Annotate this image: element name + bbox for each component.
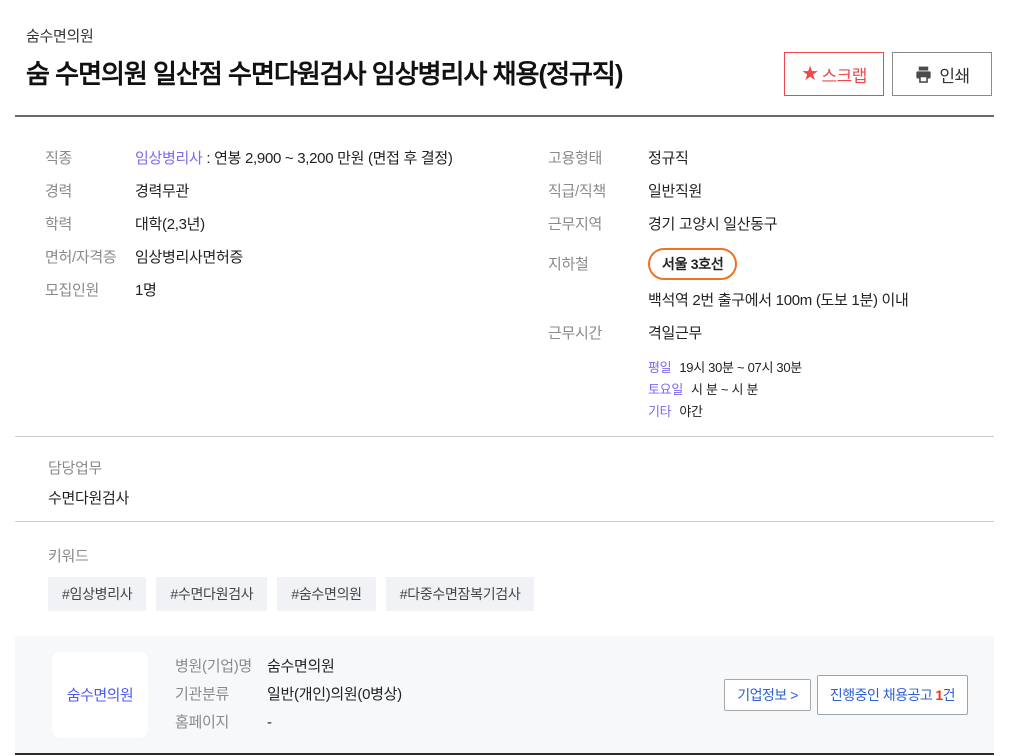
active-jobs-button[interactable]: 진행중인 채용공고 1 건 <box>817 675 968 715</box>
company-row-value: 숨수면의원 <box>267 653 335 681</box>
company-row-name: 병원(기업)명 숨수면의원 <box>175 653 724 681</box>
detail-label: 고용형태 <box>548 149 648 168</box>
detail-row-education: 학력 대학(2,3년) <box>45 215 548 234</box>
detail-row-region: 근무지역 경기 고양시 일산동구 <box>548 215 994 234</box>
schedule-day-label: 평일 <box>648 360 671 375</box>
company-rows: 병원(기업)명 숨수면의원 기관분류 일반(개인)의원(0병상) 홈페이지 - <box>175 653 724 737</box>
detail-label: 모집인원 <box>45 281 135 300</box>
detail-value: 경력무관 <box>135 182 189 201</box>
detail-label: 면허/자격증 <box>45 248 135 267</box>
duty-section: 담당업무 수면다원검사 <box>15 437 994 522</box>
duty-value: 수면다원검사 <box>48 487 994 508</box>
keyword-chip[interactable]: #숨수면의원 <box>277 577 375 611</box>
detail-label: 학력 <box>45 215 135 234</box>
detail-label-empty <box>548 291 648 310</box>
keyword-chip[interactable]: #임상병리사 <box>48 577 146 611</box>
header-buttons: ★ 스크랩 인쇄 <box>784 52 992 96</box>
details-left-column: 직종 임상병리사 : 연봉 2,900 ~ 3,200 만원 (면접 후 결정)… <box>45 149 548 436</box>
detail-value: 경기 고양시 일산동구 <box>648 215 777 234</box>
company-logo[interactable]: 숨수면의원 <box>52 652 148 738</box>
print-label: 인쇄 <box>939 62 969 87</box>
company-row-label: 병원(기업)명 <box>175 653 267 681</box>
detail-label: 근무지역 <box>548 215 648 234</box>
schedule-day-label: 기타 <box>648 404 671 419</box>
schedule-time: 19시 30분 ~ 07시 30분 <box>679 360 802 375</box>
detail-value: 1명 <box>135 281 157 300</box>
detail-label: 지하철 <box>548 255 648 274</box>
page: 숨수면의원 숨 수면의원 일산점 수면다원검사 임상병리사 채용(정규직) ★ … <box>15 0 994 755</box>
detail-value: 대학(2,3년) <box>135 215 205 234</box>
detail-value: 서울 3호선 <box>648 248 737 280</box>
schedule-saturday: 토요일 시 분 ~ 시 분 <box>648 379 802 401</box>
schedule-etc: 기타 야간 <box>648 401 802 423</box>
jobs-button-text: 진행중인 채용공고 <box>830 685 932 705</box>
schedule-time: 야간 <box>679 404 702 419</box>
detail-row-subway: 지하철 서울 3호선 <box>548 248 994 280</box>
schedule-day-label: 토요일 <box>648 382 683 397</box>
scrap-button[interactable]: ★ 스크랩 <box>784 52 884 96</box>
star-icon: ★ <box>801 64 818 84</box>
detail-label: 근무시간 <box>548 324 648 423</box>
company-info-button[interactable]: 기업정보 > <box>724 679 811 711</box>
duty-label: 담당업무 <box>48 457 994 478</box>
keyword-label: 키워드 <box>48 545 994 566</box>
keyword-chips: #임상병리사 #수면다원검사 #숨수면의원 #다중수면잠복기검사 <box>48 577 994 611</box>
schedule-weekday: 평일 19시 30분 ~ 07시 30분 <box>648 357 802 379</box>
job-details: 직종 임상병리사 : 연봉 2,900 ~ 3,200 만원 (면접 후 결정)… <box>15 117 994 437</box>
keyword-section: 키워드 #임상병리사 #수면다원검사 #숨수면의원 #다중수면잠복기검사 <box>15 522 994 611</box>
company-buttons: 기업정보 > 진행중인 채용공고 1 건 <box>724 675 968 715</box>
detail-value: 일반직원 <box>648 182 702 201</box>
jobs-count: 1 <box>935 687 942 703</box>
company-name-small: 숨수면의원 <box>15 0 994 46</box>
salary-text: : 연봉 2,900 ~ 3,200 만원 (면접 후 결정) <box>203 150 453 167</box>
detail-row-employment-type: 고용형태 정규직 <box>548 149 994 168</box>
detail-value: 임상병리사 : 연봉 2,900 ~ 3,200 만원 (면접 후 결정) <box>135 149 453 168</box>
company-row-value: - <box>267 709 272 737</box>
detail-row-jobtype: 직종 임상병리사 : 연봉 2,900 ~ 3,200 만원 (면접 후 결정) <box>45 149 548 168</box>
detail-value: 정규직 <box>648 149 689 168</box>
detail-row-position: 직급/직책 일반직원 <box>548 182 994 201</box>
detail-row-license: 면허/자격증 임상병리사면허증 <box>45 248 548 267</box>
detail-value: 임상병리사면허증 <box>135 248 243 267</box>
print-button[interactable]: 인쇄 <box>892 52 992 96</box>
company-row-homepage: 홈페이지 - <box>175 709 724 737</box>
detail-label: 경력 <box>45 182 135 201</box>
detail-row-headcount: 모집인원 1명 <box>45 281 548 300</box>
company-row-value: 일반(개인)의원(0병상) <box>267 681 402 709</box>
header: 숨수면의원 숨 수면의원 일산점 수면다원검사 임상병리사 채용(정규직) ★ … <box>15 0 994 117</box>
printer-icon <box>914 65 933 84</box>
detail-row-worktime: 근무시간 격일근무 평일 19시 30분 ~ 07시 30분 토요일 시 분 ~ 시… <box>548 324 994 423</box>
detail-label: 직종 <box>45 149 135 168</box>
keyword-chip[interactable]: #다중수면잠복기검사 <box>386 577 535 611</box>
detail-value: 격일근무 평일 19시 30분 ~ 07시 30분 토요일 시 분 ~ 시 분 기타… <box>648 324 802 423</box>
subway-note: 백석역 2번 출구에서 100m (도보 1분) 이내 <box>648 291 909 310</box>
subway-line-badge: 서울 3호선 <box>648 248 737 280</box>
job-category-link[interactable]: 임상병리사 <box>135 150 203 167</box>
jobs-unit: 건 <box>943 685 955 705</box>
worktime-schedule: 평일 19시 30분 ~ 07시 30분 토요일 시 분 ~ 시 분 기타 야간 <box>648 357 802 423</box>
detail-row-career: 경력 경력무관 <box>45 182 548 201</box>
keyword-chip[interactable]: #수면다원검사 <box>156 577 267 611</box>
details-right-column: 고용형태 정규직 직급/직책 일반직원 근무지역 경기 고양시 일산동구 지하철… <box>548 149 994 436</box>
detail-label: 직급/직책 <box>548 182 648 201</box>
detail-row-subway-note: 백석역 2번 출구에서 100m (도보 1분) 이내 <box>548 291 994 310</box>
company-info-card: 숨수면의원 병원(기업)명 숨수면의원 기관분류 일반(개인)의원(0병상) 홈… <box>15 636 994 755</box>
company-row-label: 기관분류 <box>175 681 267 709</box>
schedule-time: 시 분 ~ 시 분 <box>691 382 758 397</box>
worktime-type: 격일근무 <box>648 324 802 343</box>
company-row-category: 기관분류 일반(개인)의원(0병상) <box>175 681 724 709</box>
scrap-label: 스크랩 <box>822 62 867 87</box>
company-row-label: 홈페이지 <box>175 709 267 737</box>
